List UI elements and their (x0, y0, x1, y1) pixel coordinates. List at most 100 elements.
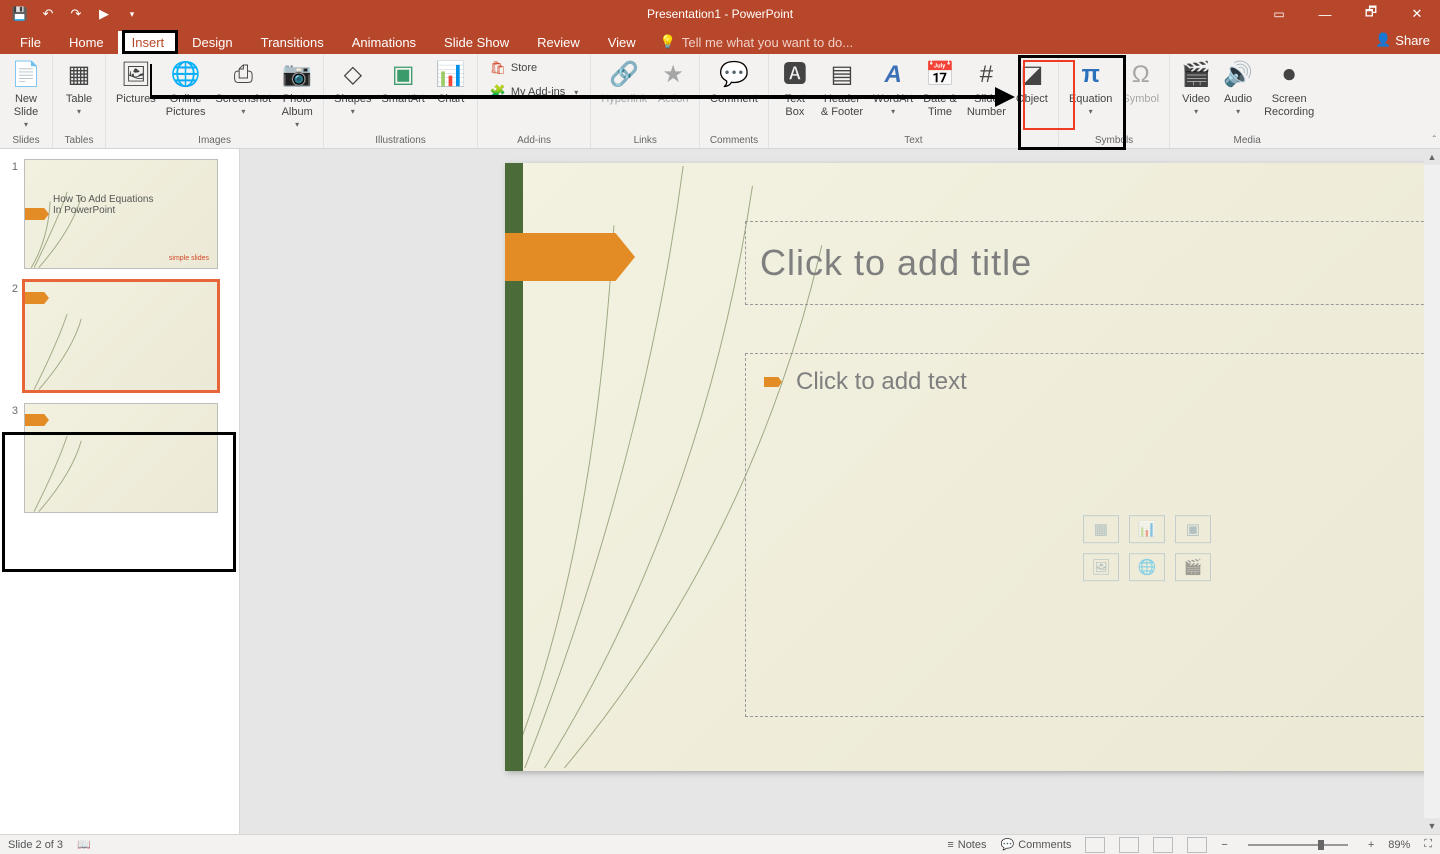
photo-album-button[interactable]: 📷Photo Album▾ (277, 57, 317, 132)
insert-picture-icon[interactable]: 🖼 (1083, 553, 1119, 581)
thumbnail-preview[interactable]: How To Add Equations In PowerPoint simpl… (24, 159, 218, 269)
tab-animations[interactable]: Animations (338, 31, 430, 54)
undo-icon[interactable]: ↶ (40, 6, 56, 22)
thumbnail-3[interactable]: 3 (6, 403, 233, 513)
symbol-button: ΩSymbol (1118, 57, 1163, 108)
insert-smartart-icon[interactable]: ▣ (1175, 515, 1211, 543)
scroll-down-icon[interactable]: ▼ (1424, 818, 1440, 834)
slide-indicator[interactable]: Slide 2 of 3 (8, 839, 63, 851)
tab-review[interactable]: Review (523, 31, 594, 54)
slideshow-view-button[interactable] (1187, 837, 1207, 853)
slide-thumbnails-pane[interactable]: 1 How To Add Equations In PowerPoint sim… (0, 149, 240, 834)
save-icon[interactable]: 💾 (12, 6, 28, 22)
photo-album-icon: 📷 (282, 59, 312, 91)
tab-file[interactable]: File (6, 31, 55, 54)
chevron-down-icon: ▾ (1089, 107, 1093, 117)
thumbnail-1[interactable]: 1 How To Add Equations In PowerPoint sim… (6, 159, 233, 269)
collapse-ribbon-icon[interactable]: ˆ (1433, 135, 1436, 146)
slide-editor-area[interactable]: Click to add title Click to add text ▦ 📊… (240, 149, 1440, 834)
slide-sorter-view-button[interactable] (1119, 837, 1139, 853)
equation-button[interactable]: πEquation▾ (1065, 57, 1116, 119)
insert-table-icon[interactable]: ▦ (1083, 515, 1119, 543)
fit-to-window-button[interactable]: ⛶ (1424, 838, 1432, 851)
zoom-slider-thumb[interactable] (1318, 840, 1324, 850)
shapes-label: Shapes (334, 93, 371, 106)
group-label-comments: Comments (710, 134, 758, 147)
online-pictures-button[interactable]: 🌐Online Pictures (162, 57, 210, 121)
tab-slideshow[interactable]: Slide Show (430, 31, 523, 54)
store-button[interactable]: 🛍Store (484, 57, 584, 79)
insert-online-picture-icon[interactable]: 🌐 (1129, 553, 1165, 581)
share-icon: 👤 (1375, 32, 1391, 48)
reading-view-button[interactable] (1153, 837, 1173, 853)
zoom-slider[interactable] (1248, 844, 1348, 846)
zoom-in-button[interactable]: + (1368, 839, 1374, 851)
online-pictures-icon: 🌐 (171, 59, 201, 91)
vertical-scrollbar[interactable]: ▲ ▼ (1424, 149, 1440, 834)
wordart-label: WordArt (873, 93, 913, 106)
thumb-title: How To Add Equations In PowerPoint (53, 194, 153, 216)
scroll-up-icon[interactable]: ▲ (1424, 149, 1440, 165)
group-label-tables: Tables (65, 134, 94, 147)
video-button[interactable]: 🎬Video▾ (1176, 57, 1216, 119)
zoom-value[interactable]: 89% (1388, 839, 1410, 851)
tab-home[interactable]: Home (55, 31, 118, 54)
tab-view[interactable]: View (594, 31, 650, 54)
text-box-label: Text Box (785, 93, 805, 119)
comment-button[interactable]: 💬Comment (706, 57, 762, 108)
thumbnail-2[interactable]: 2 (6, 281, 233, 391)
maximize-button[interactable]: 🗗 (1348, 0, 1394, 28)
chart-icon: 📊 (436, 59, 466, 91)
spellcheck-icon[interactable]: 📖 (77, 838, 91, 851)
text-box-button[interactable]: 🅰Text Box (775, 57, 815, 121)
minimize-button[interactable]: — (1302, 0, 1348, 28)
tell-me-search[interactable]: 💡 Tell me what you want to do... (650, 30, 863, 54)
workspace: 1 How To Add Equations In PowerPoint sim… (0, 149, 1440, 834)
pictures-button[interactable]: 🖼Pictures (112, 57, 160, 108)
object-label: Object (1016, 93, 1048, 106)
group-label-addins: Add-ins (517, 134, 551, 147)
group-tables: ▦ Table ▾ Tables (53, 54, 106, 148)
ribbon-display-icon[interactable]: ▭ (1256, 0, 1302, 28)
zoom-out-button[interactable]: − (1221, 839, 1227, 851)
wordart-button[interactable]: AWordArt▾ (869, 57, 917, 119)
thumbnail-preview[interactable] (24, 281, 218, 391)
slide-canvas[interactable]: Click to add title Click to add text ▦ 📊… (505, 163, 1440, 771)
status-bar: Slide 2 of 3 📖 ≡Notes 💬Comments − + 89% … (0, 834, 1440, 854)
share-button[interactable]: 👤 Share (1375, 32, 1430, 48)
my-addins-button[interactable]: 🧩My Add-ins▾ (484, 81, 584, 103)
new-slide-button[interactable]: 📄 New Slide ▾ (6, 57, 46, 132)
shapes-button[interactable]: ◇Shapes▾ (330, 57, 375, 119)
start-slideshow-icon[interactable]: ▶ (96, 6, 112, 22)
qat-dropdown-icon[interactable]: ▾ (124, 6, 140, 22)
tab-transitions[interactable]: Transitions (247, 31, 338, 54)
close-button[interactable]: ✕ (1394, 0, 1440, 28)
audio-button[interactable]: 🔊Audio▾ (1218, 57, 1258, 119)
smartart-button[interactable]: ▣SmartArt (377, 57, 428, 108)
content-placeholder[interactable]: Click to add text ▦ 📊 ▣ 🖼 🌐 🎬 (745, 353, 1440, 717)
table-button[interactable]: ▦ Table ▾ (59, 57, 99, 119)
object-button[interactable]: ◪Object (1012, 57, 1052, 108)
audio-label: Audio (1224, 93, 1252, 106)
date-time-button[interactable]: 📅Date & Time (919, 57, 961, 121)
screenshot-button[interactable]: ⎙Screenshot▾ (212, 57, 276, 119)
title-bar: 💾 ↶ ↷ ▶ ▾ Presentation1 - PowerPoint ▭ —… (0, 0, 1440, 28)
notes-icon: ≡ (947, 839, 953, 851)
screen-recording-button[interactable]: ⏺Screen Recording (1260, 57, 1318, 121)
addins-icon: 🧩 (490, 84, 506, 100)
header-footer-button[interactable]: ▤Header & Footer (817, 57, 867, 121)
new-slide-label: New Slide (14, 93, 38, 119)
insert-video-icon[interactable]: 🎬 (1175, 553, 1211, 581)
chevron-down-icon: ▾ (1236, 107, 1240, 117)
tab-design[interactable]: Design (178, 31, 246, 54)
redo-icon[interactable]: ↷ (68, 6, 84, 22)
title-placeholder[interactable]: Click to add title (745, 221, 1440, 305)
tab-insert[interactable]: Insert (118, 31, 179, 54)
insert-chart-icon[interactable]: 📊 (1129, 515, 1165, 543)
notes-button[interactable]: ≡Notes (947, 839, 986, 851)
slide-number-button[interactable]: #Slide Number (963, 57, 1010, 121)
chart-button[interactable]: 📊Chart (431, 57, 471, 108)
normal-view-button[interactable] (1085, 837, 1105, 853)
thumbnail-preview[interactable] (24, 403, 218, 513)
comments-button[interactable]: 💬Comments (1001, 838, 1072, 851)
